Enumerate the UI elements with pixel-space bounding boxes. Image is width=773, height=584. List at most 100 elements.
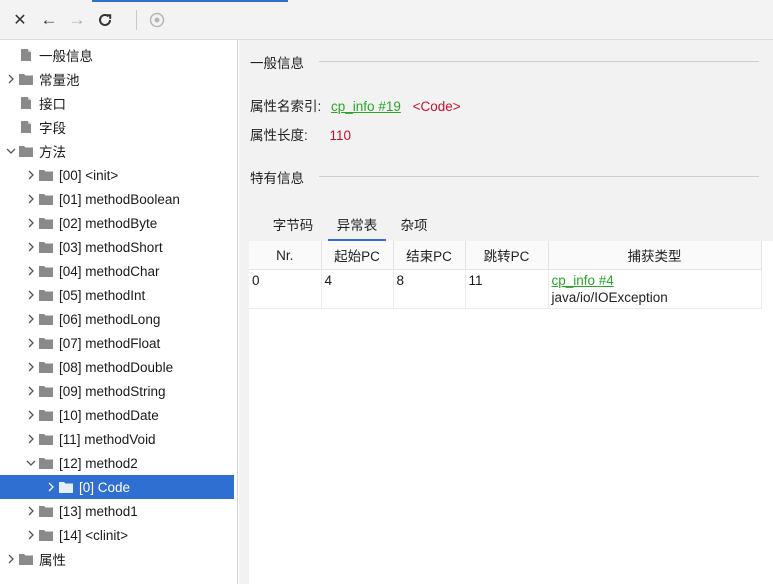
tree-item[interactable]: 接口 xyxy=(0,91,234,115)
column-header-handler-pc[interactable]: 跳转PC xyxy=(465,241,549,270)
chevron-down-icon[interactable] xyxy=(4,139,18,163)
file-icon xyxy=(19,96,33,110)
column-header-catch-type[interactable]: 捕获类型 xyxy=(548,241,762,270)
column-header-end-pc[interactable]: 结束PC xyxy=(393,241,466,270)
tree-item-label: [11] methodVoid xyxy=(59,431,156,447)
folder-icon xyxy=(39,432,53,446)
catch-type-link[interactable]: cp_info #4 xyxy=(552,273,614,288)
column-header-nr[interactable]: Nr. xyxy=(249,241,322,270)
globe-icon xyxy=(149,12,165,28)
chevron-right-icon[interactable] xyxy=(24,523,38,547)
tree-item[interactable]: 字段 xyxy=(0,115,234,139)
exception-table-container: Nr. 起始PC 结束PC 跳转PC 捕获类型 0 4 8 11 cp_info… xyxy=(249,241,773,584)
chevron-right-icon[interactable] xyxy=(24,259,38,283)
chevron-right-icon[interactable] xyxy=(24,187,38,211)
tab-bytecode[interactable]: 字节码 xyxy=(268,213,318,241)
tree-item-label: 常量池 xyxy=(39,73,80,88)
toolbar: ✕ ← → xyxy=(0,0,773,40)
chevron-right-icon[interactable] xyxy=(44,475,58,499)
tree-item[interactable]: [04] methodChar xyxy=(0,259,234,283)
tree-item[interactable]: [11] methodVoid xyxy=(0,427,234,451)
chevron-right-icon[interactable] xyxy=(24,355,38,379)
length-label: 属性长度: xyxy=(250,128,308,143)
chevron-right-icon[interactable] xyxy=(24,403,38,427)
cell-nr: 0 xyxy=(249,269,322,309)
tab-misc[interactable]: 杂项 xyxy=(394,213,434,241)
catch-type-name: java/io/IOException xyxy=(551,290,668,305)
tree-item[interactable]: [10] methodDate xyxy=(0,403,234,427)
close-icon: ✕ xyxy=(13,12,27,29)
tree-item-label: 接口 xyxy=(39,97,66,112)
folder-icon xyxy=(39,408,53,422)
chevron-right-icon[interactable] xyxy=(24,331,38,355)
detail-panel: 一般信息 属性名索引: cp_info #19 <Code> 属性长度: 110… xyxy=(239,40,773,584)
folder-icon xyxy=(39,528,53,542)
tree-item-label: [05] methodInt xyxy=(59,287,146,303)
tree-item[interactable]: [07] methodFloat xyxy=(0,331,234,355)
tree-item[interactable]: [05] methodInt xyxy=(0,283,234,307)
folder-icon xyxy=(39,168,53,182)
table-row[interactable]: 0 4 8 11 cp_info #4 java/io/IOException xyxy=(249,269,762,309)
chevron-right-icon[interactable] xyxy=(24,283,38,307)
cell-end-pc: 8 xyxy=(393,269,466,309)
cell-catch-type: cp_info #4 java/io/IOException xyxy=(548,269,762,309)
toolbar-accent-line xyxy=(92,0,288,2)
tree-item-label: 字段 xyxy=(39,121,66,136)
folder-icon xyxy=(19,72,33,86)
tree-item[interactable]: [02] methodByte xyxy=(0,211,234,235)
tree-item[interactable]: [03] methodShort xyxy=(0,235,234,259)
chevron-right-icon[interactable] xyxy=(24,235,38,259)
folder-icon xyxy=(19,144,33,158)
tree-item-label: [03] methodShort xyxy=(59,239,163,255)
tree-item-label: [10] methodDate xyxy=(59,407,159,423)
chevron-right-icon[interactable] xyxy=(24,499,38,523)
tree-item[interactable]: [0] Code xyxy=(0,475,234,499)
tree-item-label: [08] methodDouble xyxy=(59,359,174,375)
tree-item[interactable]: [09] methodString xyxy=(0,379,234,403)
specific-info-title: 特有信息 xyxy=(250,171,304,186)
tree-item[interactable]: [01] methodBoolean xyxy=(0,187,234,211)
chevron-right-icon[interactable] xyxy=(24,211,38,235)
globe-button[interactable] xyxy=(146,9,168,31)
forward-arrow-icon: → xyxy=(68,10,86,29)
tab-exception-table[interactable]: 异常表 xyxy=(328,213,386,241)
refresh-button[interactable] xyxy=(94,9,116,31)
chevron-right-icon[interactable] xyxy=(24,163,38,187)
tree-item[interactable]: [06] methodLong xyxy=(0,307,234,331)
tree-item[interactable]: [08] methodDouble xyxy=(0,355,234,379)
general-info-divider xyxy=(319,61,759,62)
tree-item[interactable]: 属性 xyxy=(0,547,234,571)
column-header-start-pc[interactable]: 起始PC xyxy=(321,241,394,270)
name-index-link[interactable]: cp_info #19 xyxy=(331,99,401,114)
chevron-down-icon[interactable] xyxy=(24,451,38,475)
back-button[interactable]: ← xyxy=(38,9,60,31)
tree-item[interactable]: [00] <init> xyxy=(0,163,234,187)
name-index-row: 属性名索引: cp_info #19 <Code> xyxy=(250,95,461,115)
toolbar-separator xyxy=(136,10,137,30)
close-button[interactable]: ✕ xyxy=(10,9,30,31)
tree-item-label: [07] methodFloat xyxy=(59,335,161,351)
tree-item[interactable]: [14] <clinit> xyxy=(0,523,234,547)
tree-item[interactable]: [13] method1 xyxy=(0,499,234,523)
tree-item[interactable]: 一般信息 xyxy=(0,43,234,67)
tree-item[interactable]: [12] method2 xyxy=(0,451,234,475)
tree-item-label: 一般信息 xyxy=(39,49,93,64)
chevron-right-icon[interactable] xyxy=(24,379,38,403)
tree-item-label: [06] methodLong xyxy=(59,311,161,327)
folder-icon xyxy=(39,192,53,206)
table-header-row: Nr. 起始PC 结束PC 跳转PC 捕获类型 xyxy=(249,241,762,270)
cell-start-pc: 4 xyxy=(321,269,394,309)
tree-item[interactable]: 方法 xyxy=(0,139,234,163)
chevron-right-icon[interactable] xyxy=(24,427,38,451)
folder-icon xyxy=(59,480,73,494)
tree-item[interactable]: 常量池 xyxy=(0,67,234,91)
tree-item-label: [12] method2 xyxy=(59,455,138,471)
chevron-right-icon[interactable] xyxy=(24,307,38,331)
back-arrow-icon: ← xyxy=(40,10,58,29)
name-index-value: <Code> xyxy=(412,99,461,114)
forward-button[interactable]: → xyxy=(66,9,88,31)
chevron-right-icon[interactable] xyxy=(4,547,18,571)
tree-item-label: [13] method1 xyxy=(59,503,138,519)
chevron-right-icon[interactable] xyxy=(4,67,18,91)
